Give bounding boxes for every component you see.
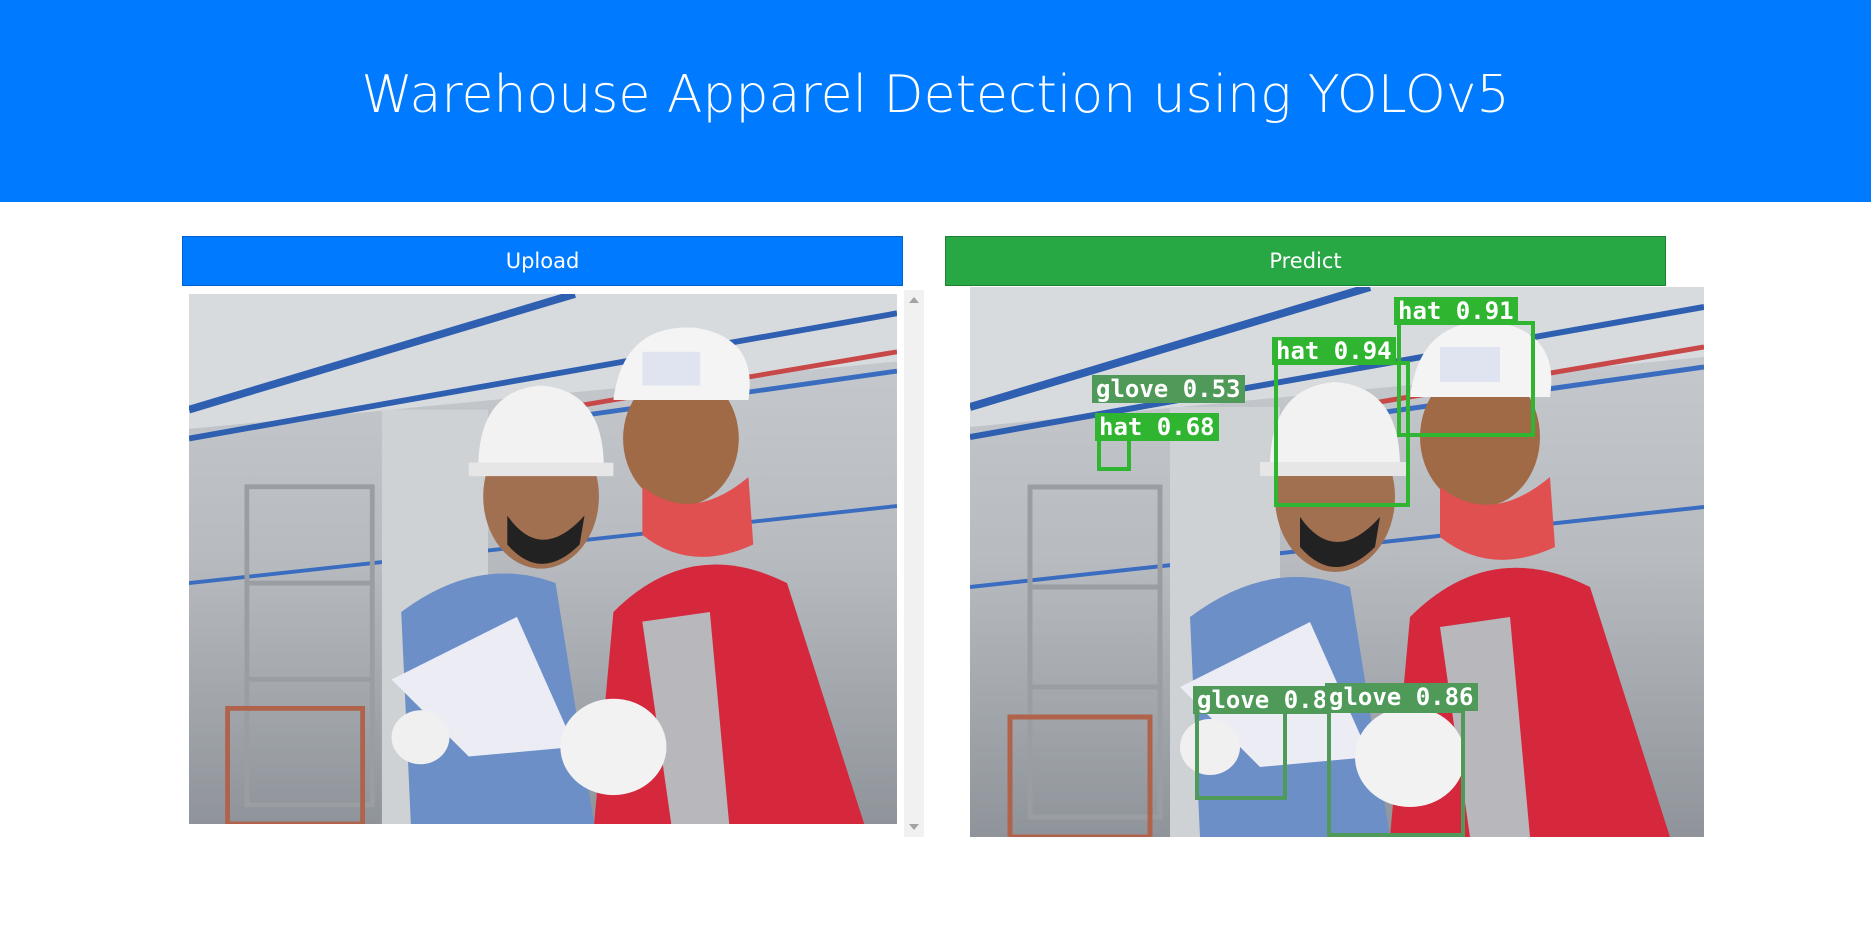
detection-label: hat 0.91 <box>1394 297 1518 325</box>
detection-label: glove 0.8 <box>1193 686 1332 714</box>
detection-label: glove 0.53 <box>1092 375 1245 403</box>
photo-workers-illustration <box>189 294 897 824</box>
page-header: Warehouse Apparel Detection using YOLOv5 <box>0 0 1871 202</box>
detection-label: hat 0.94 <box>1272 337 1396 365</box>
prediction-image: hat 0.91 hat 0.94 glove 0.53 hat 0.68 gl… <box>970 287 1704 837</box>
scroll-up-arrow-icon[interactable] <box>909 297 919 303</box>
predict-button[interactable]: Predict <box>945 236 1666 286</box>
detection-label: glove 0.86 <box>1325 683 1478 711</box>
page-title: Warehouse Apparel Detection using YOLOv5 <box>361 65 1510 125</box>
detection-label: hat 0.68 <box>1095 413 1219 441</box>
detection-box-hat <box>1397 321 1535 437</box>
image-scrollbar[interactable] <box>904 290 924 837</box>
detection-box-hat <box>1274 361 1410 507</box>
scroll-down-arrow-icon[interactable] <box>909 824 919 830</box>
uploaded-image-panel <box>189 290 924 837</box>
upload-button[interactable]: Upload <box>182 236 903 286</box>
uploaded-image <box>189 294 897 824</box>
detection-box-hat <box>1097 437 1131 471</box>
detection-box-glove <box>1195 710 1287 800</box>
detection-box-glove <box>1327 709 1465 837</box>
